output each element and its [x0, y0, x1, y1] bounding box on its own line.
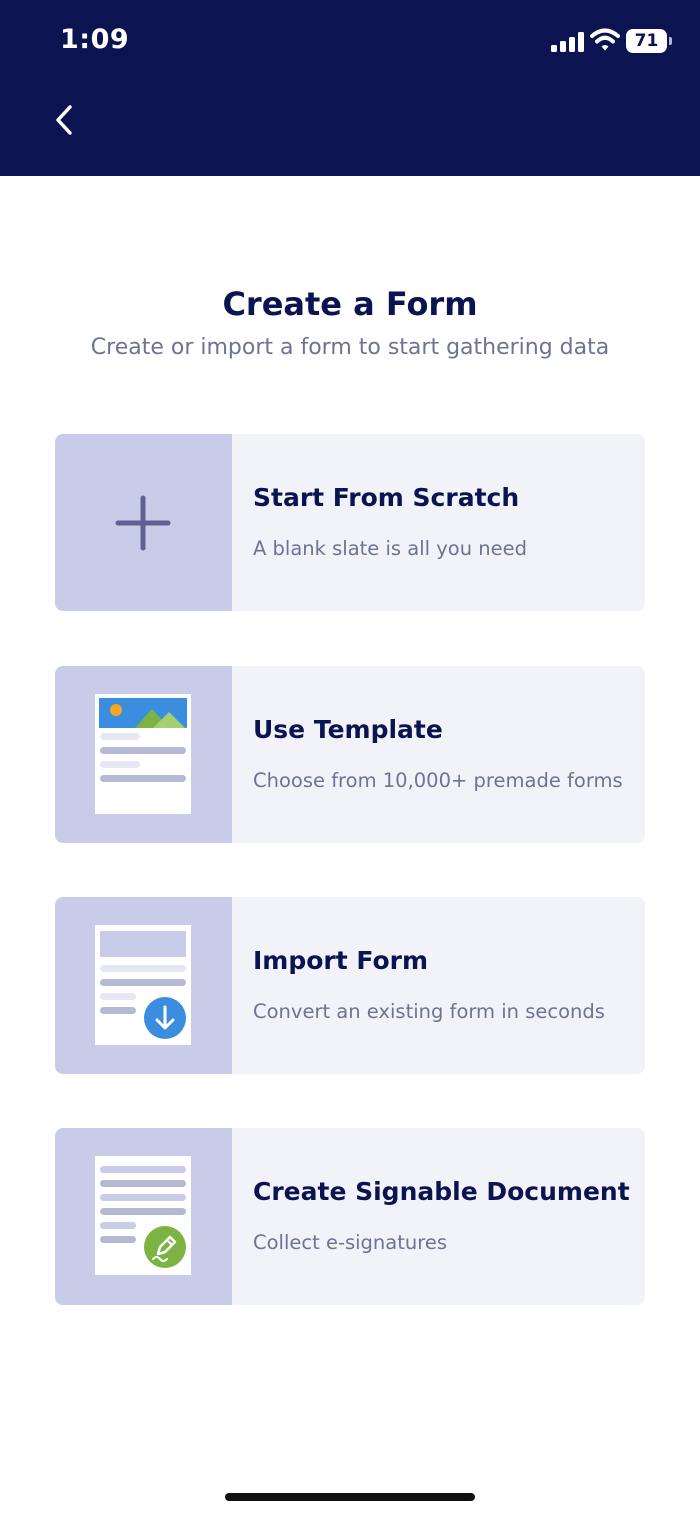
template-icon: [95, 694, 191, 814]
card-icon-area: [55, 1128, 232, 1305]
card-description: A blank slate is all you need: [253, 537, 528, 560]
card-description: Choose from 10,000+ premade forms: [253, 769, 623, 792]
cellular-signal-icon: [551, 32, 584, 52]
start-from-scratch-card[interactable]: Start From Scratch A blank slate is all …: [55, 434, 645, 611]
import-form-icon: [95, 925, 191, 1045]
card-icon-area: [55, 666, 232, 843]
card-title: Start From Scratch: [253, 483, 520, 512]
page-title: Create a Form: [222, 285, 478, 323]
app-header: 1:09 71: [0, 0, 700, 176]
battery-tip: [669, 37, 672, 45]
signable-document-icon: [95, 1156, 191, 1275]
wifi-icon: [590, 28, 620, 51]
page-subtitle: Create or import a form to start gatheri…: [90, 335, 610, 360]
plus-icon: [115, 495, 171, 551]
card-icon-area: [55, 897, 232, 1074]
use-template-card[interactable]: Use Template Choose from 10,000+ premade…: [55, 666, 645, 843]
back-button[interactable]: [44, 98, 84, 142]
card-title: Use Template: [253, 715, 443, 744]
create-form-screen: 1:09 71 Create a Form Create or import a…: [0, 0, 700, 1516]
create-signable-document-card[interactable]: Create Signable Document Collect e-signa…: [55, 1128, 645, 1305]
home-indicator[interactable]: [225, 1493, 475, 1501]
chevron-left-icon: [56, 105, 72, 135]
status-time: 1:09: [60, 24, 130, 55]
card-title: Import Form: [253, 946, 429, 975]
card-description: Collect e-signatures: [253, 1231, 447, 1254]
battery-level: 71: [626, 29, 667, 53]
battery-indicator: 71: [626, 29, 672, 53]
import-form-card[interactable]: Import Form Convert an existing form in …: [55, 897, 645, 1074]
card-title: Create Signable Document: [253, 1177, 630, 1206]
card-description: Convert an existing form in seconds: [253, 1000, 605, 1023]
card-icon-area: [55, 434, 232, 611]
